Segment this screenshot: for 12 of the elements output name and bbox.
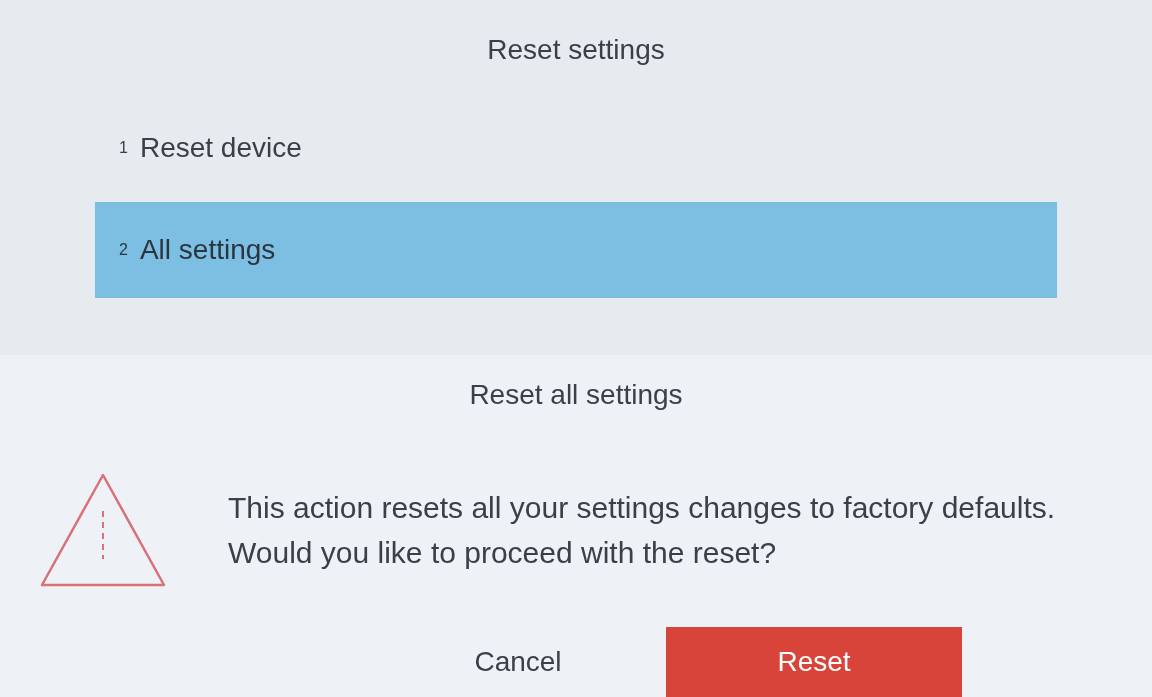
- menu-item[interactable]: 2 All settings: [95, 202, 1057, 298]
- dialog-message: This action resets all your settings changes to factory defaults. Would you like to proceed with the reset?: [228, 490, 1057, 571]
- screen-title: Reset settings: [487, 33, 665, 67]
- warning-icon: [38, 471, 168, 589]
- cancel-button[interactable]: Cancel: [370, 627, 666, 697]
- item-label: Reset device: [139, 131, 302, 165]
- item-label: All settings: [139, 233, 276, 267]
- item-number: 2: [119, 240, 128, 260]
- item-number: 1: [119, 138, 128, 158]
- reset-button[interactable]: Reset: [666, 627, 962, 697]
- menu-item[interactable]: 1 Reset device: [95, 100, 1057, 196]
- dialog-title: Reset all settings: [469, 378, 683, 412]
